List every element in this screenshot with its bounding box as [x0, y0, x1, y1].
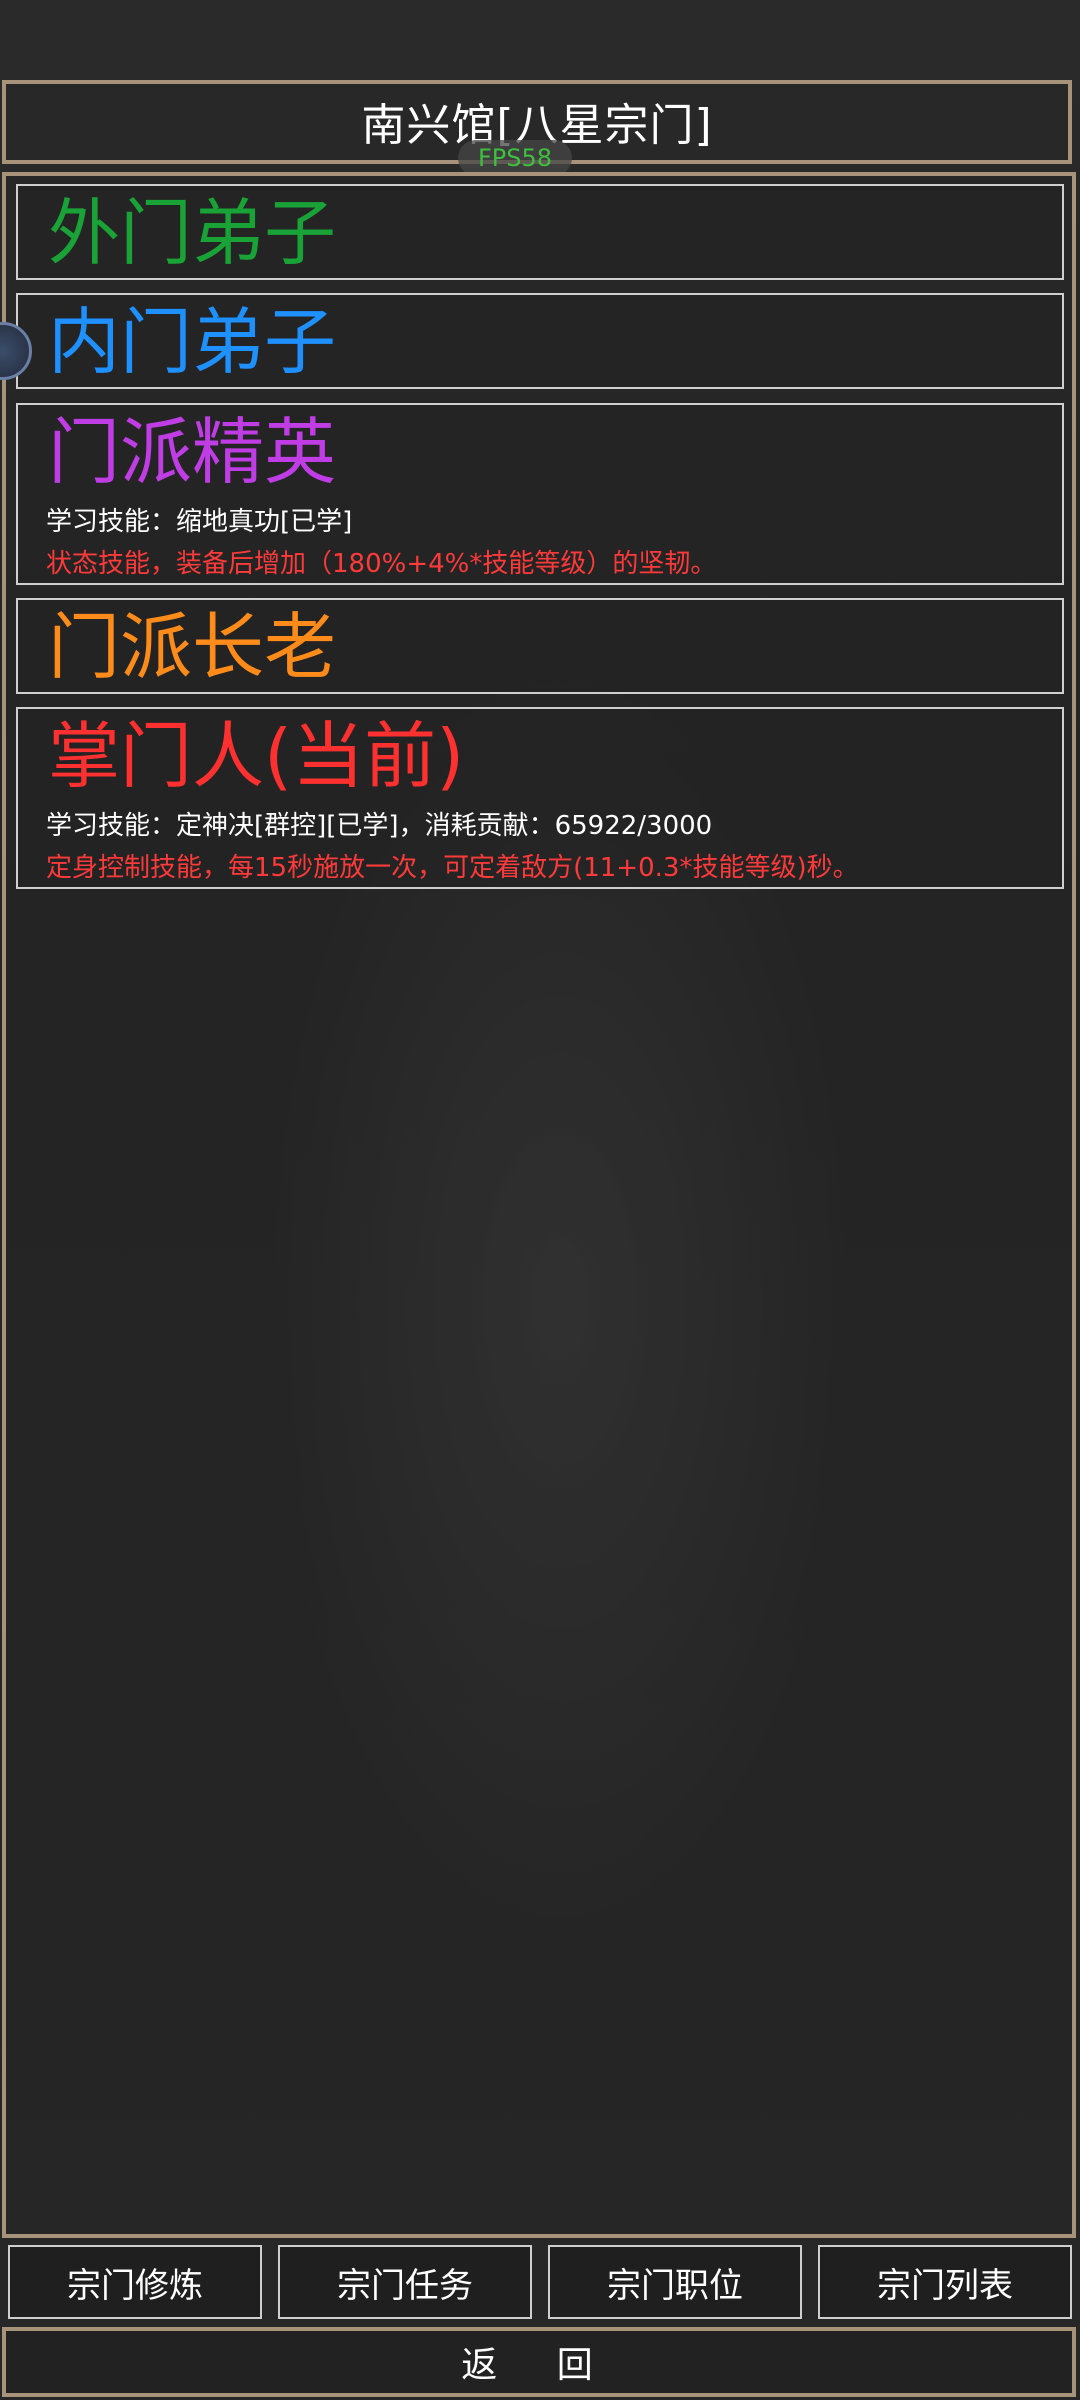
- rank-card-outer-disciple[interactable]: 外门弟子: [16, 184, 1064, 280]
- skill-info: 学习技能：缩地真功[已学]: [46, 507, 353, 537]
- fps-counter: FPS58: [458, 140, 572, 176]
- rank-name: 门派长老: [48, 605, 337, 689]
- sect-list-button[interactable]: 宗门列表: [818, 2245, 1072, 2319]
- rank-card-inner-disciple[interactable]: 内门弟子: [16, 293, 1064, 389]
- sect-cultivate-button[interactable]: 宗门修炼: [8, 2245, 262, 2319]
- sect-position-screen: 南兴馆[八星宗门] FPS58 外门弟子 内门弟子 门派精英 学习技能：缩地真功…: [0, 0, 1080, 2400]
- sect-positions-button[interactable]: 宗门职位: [548, 2245, 802, 2319]
- rank-card-sect-leader[interactable]: 掌门人(当前) 学习技能：定神决[群控][已学]，消耗贡献：65922/3000…: [16, 707, 1064, 889]
- rank-name: 门派精英: [48, 410, 337, 494]
- rank-name: 内门弟子: [48, 300, 337, 384]
- back-button[interactable]: 返 回: [2, 2327, 1076, 2397]
- skill-description: 状态技能，装备后增加（180%+4%*技能等级）的坚韧。: [46, 549, 717, 579]
- rank-name: 外门弟子: [48, 191, 337, 275]
- rank-card-sect-elite[interactable]: 门派精英 学习技能：缩地真功[已学] 状态技能，装备后增加（180%+4%*技能…: [16, 403, 1064, 585]
- sect-tasks-button[interactable]: 宗门任务: [278, 2245, 532, 2319]
- rank-card-sect-elder[interactable]: 门派长老: [16, 598, 1064, 694]
- skill-description: 定身控制技能，每15秒施放一次，可定着敌方(11+0.3*技能等级)秒。: [46, 853, 859, 883]
- rank-name: 掌门人(当前): [48, 714, 465, 798]
- skill-info: 学习技能：定神决[群控][已学]，消耗贡献：65922/3000: [46, 811, 713, 841]
